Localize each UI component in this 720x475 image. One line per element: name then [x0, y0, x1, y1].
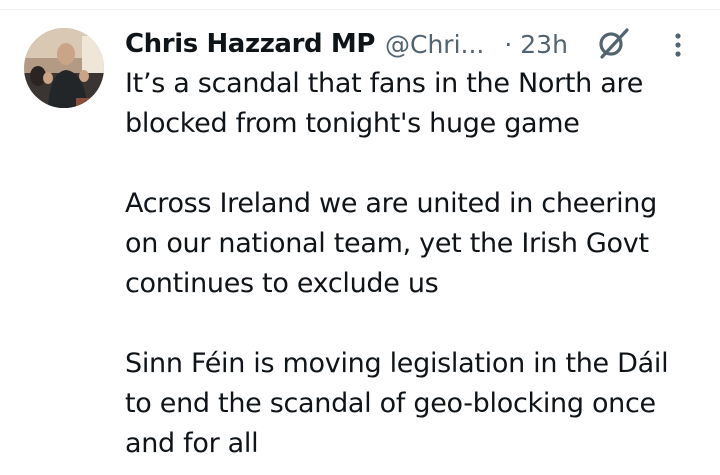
text-line: continues to exclude us: [125, 268, 439, 299]
paragraph-1: It’s a scandal that fans in the North ar…: [125, 64, 705, 144]
paragraph-3: Sinn Féin is moving legislation in the D…: [125, 344, 705, 464]
text-line: It’s a scandal that fans in the North ar…: [125, 68, 644, 99]
text-line: Sinn Féin is moving legislation in the D…: [125, 348, 669, 379]
paragraph-2: Across Ireland we are united in cheering…: [125, 184, 705, 304]
text-line: to end the scandal of geo-blocking once: [125, 388, 656, 419]
text-line: on our national team, yet the Irish Govt: [125, 228, 649, 259]
tweet-timestamp[interactable]: · 23h: [504, 30, 568, 59]
avatar-image: [24, 28, 104, 108]
tweet-header: Chris Hazzard MP @Chri... · 23h: [125, 24, 568, 64]
author-handle[interactable]: @Chri...: [385, 30, 484, 59]
text-line: and for all: [125, 428, 259, 459]
author-name[interactable]: Chris Hazzard MP: [125, 29, 375, 59]
text-line: blocked from tonight's huge game: [125, 108, 580, 139]
avatar[interactable]: [24, 28, 104, 108]
more-options-icon[interactable]: [671, 30, 685, 60]
grok-icon[interactable]: [596, 26, 630, 60]
text-line: Across Ireland we are united in cheering: [125, 188, 657, 219]
tweet-text: It’s a scandal that fans in the North ar…: [125, 64, 705, 464]
top-divider: [0, 9, 720, 10]
